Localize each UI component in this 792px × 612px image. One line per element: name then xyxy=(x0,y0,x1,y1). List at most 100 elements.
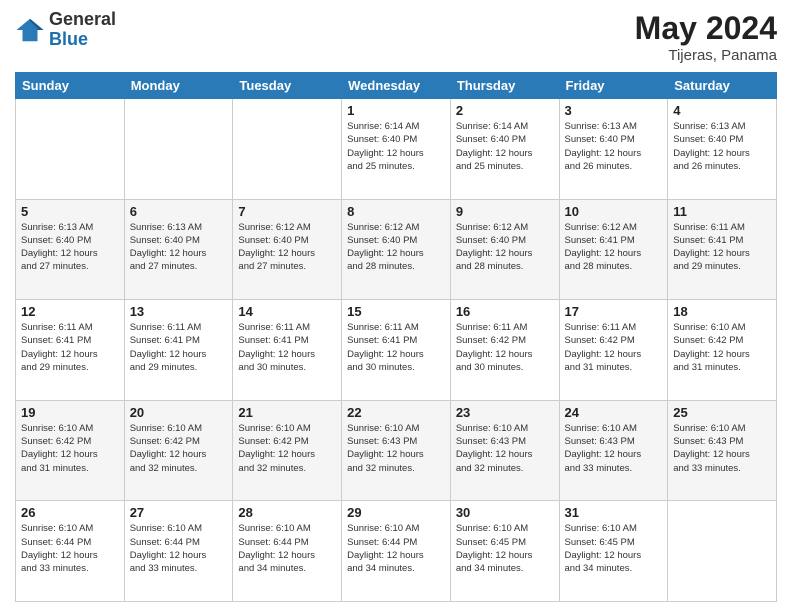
calendar-cell: 14 Sunrise: 6:11 AM Sunset: 6:41 PM Dayli… xyxy=(233,300,342,401)
title-block: May 2024 Tijeras, Panama xyxy=(635,10,777,64)
calendar-cell: 16 Sunrise: 6:11 AM Sunset: 6:42 PM Dayli… xyxy=(450,300,559,401)
calendar-cell: 4 Sunrise: 6:13 AM Sunset: 6:40 PM Daylig… xyxy=(668,99,777,200)
logo: General Blue xyxy=(15,10,116,50)
day-number: 9 xyxy=(456,204,554,219)
calendar-cell: 8 Sunrise: 6:12 AM Sunset: 6:40 PM Daylig… xyxy=(342,199,451,300)
day-info: Sunrise: 6:12 AM Sunset: 6:40 PM Dayligh… xyxy=(456,221,554,274)
day-number: 22 xyxy=(347,405,445,420)
day-info: Sunrise: 6:11 AM Sunset: 6:42 PM Dayligh… xyxy=(565,321,663,374)
day-info: Sunrise: 6:10 AM Sunset: 6:44 PM Dayligh… xyxy=(238,522,336,575)
calendar-cell: 15 Sunrise: 6:11 AM Sunset: 6:41 PM Dayli… xyxy=(342,300,451,401)
day-number: 4 xyxy=(673,103,771,118)
day-info: Sunrise: 6:10 AM Sunset: 6:42 PM Dayligh… xyxy=(238,422,336,475)
logo-icon xyxy=(15,15,45,45)
day-info: Sunrise: 6:12 AM Sunset: 6:40 PM Dayligh… xyxy=(347,221,445,274)
day-number: 18 xyxy=(673,304,771,319)
day-number: 8 xyxy=(347,204,445,219)
calendar-table: SundayMondayTuesdayWednesdayThursdayFrid… xyxy=(15,72,777,602)
calendar-week-row: 19 Sunrise: 6:10 AM Sunset: 6:42 PM Dayli… xyxy=(16,400,777,501)
day-number: 25 xyxy=(673,405,771,420)
calendar-cell: 13 Sunrise: 6:11 AM Sunset: 6:41 PM Dayli… xyxy=(124,300,233,401)
day-info: Sunrise: 6:13 AM Sunset: 6:40 PM Dayligh… xyxy=(565,120,663,173)
calendar-cell: 5Sunrise: 6:13 AM Sunset: 6:40 PM Daylig… xyxy=(16,199,125,300)
day-info: Sunrise: 6:11 AM Sunset: 6:41 PM Dayligh… xyxy=(238,321,336,374)
calendar-cell: 27 Sunrise: 6:10 AM Sunset: 6:44 PM Dayli… xyxy=(124,501,233,602)
day-info: Sunrise: 6:10 AM Sunset: 6:43 PM Dayligh… xyxy=(456,422,554,475)
day-number: 26 xyxy=(21,505,119,520)
day-number: 1 xyxy=(347,103,445,118)
day-info: Sunrise: 6:13 AM Sunset: 6:40 PM Dayligh… xyxy=(21,221,119,274)
day-info: Sunrise: 6:10 AM Sunset: 6:42 PM Dayligh… xyxy=(130,422,228,475)
weekday-header-tuesday: Tuesday xyxy=(233,73,342,99)
weekday-header-monday: Monday xyxy=(124,73,233,99)
calendar-cell: 11 Sunrise: 6:11 AM Sunset: 6:41 PM Dayli… xyxy=(668,199,777,300)
calendar-cell: 18 Sunrise: 6:10 AM Sunset: 6:42 PM Dayli… xyxy=(668,300,777,401)
calendar-cell: 17Sunrise: 6:11 AM Sunset: 6:42 PM Dayli… xyxy=(559,300,668,401)
day-number: 29 xyxy=(347,505,445,520)
day-info: Sunrise: 6:11 AM Sunset: 6:41 PM Dayligh… xyxy=(130,321,228,374)
calendar-week-row: 26 Sunrise: 6:10 AM Sunset: 6:44 PM Dayli… xyxy=(16,501,777,602)
calendar-cell: 3Sunrise: 6:13 AM Sunset: 6:40 PM Daylig… xyxy=(559,99,668,200)
calendar-cell: 1 Sunrise: 6:14 AM Sunset: 6:40 PM Daylig… xyxy=(342,99,451,200)
calendar-location: Tijeras, Panama xyxy=(635,47,777,64)
day-number: 13 xyxy=(130,304,228,319)
day-info: Sunrise: 6:10 AM Sunset: 6:45 PM Dayligh… xyxy=(565,522,663,575)
day-number: 28 xyxy=(238,505,336,520)
day-info: Sunrise: 6:10 AM Sunset: 6:44 PM Dayligh… xyxy=(130,522,228,575)
calendar-cell xyxy=(233,99,342,200)
calendar-cell: 7Sunrise: 6:12 AM Sunset: 6:40 PM Daylig… xyxy=(233,199,342,300)
calendar-cell: 10 Sunrise: 6:12 AM Sunset: 6:41 PM Dayli… xyxy=(559,199,668,300)
calendar-cell: 30Sunrise: 6:10 AM Sunset: 6:45 PM Dayli… xyxy=(450,501,559,602)
calendar-cell: 29Sunrise: 6:10 AM Sunset: 6:44 PM Dayli… xyxy=(342,501,451,602)
day-info: Sunrise: 6:11 AM Sunset: 6:41 PM Dayligh… xyxy=(347,321,445,374)
weekday-header-row: SundayMondayTuesdayWednesdayThursdayFrid… xyxy=(16,73,777,99)
day-number: 11 xyxy=(673,204,771,219)
calendar-cell: 28 Sunrise: 6:10 AM Sunset: 6:44 PM Dayli… xyxy=(233,501,342,602)
day-info: Sunrise: 6:10 AM Sunset: 6:43 PM Dayligh… xyxy=(347,422,445,475)
day-number: 7 xyxy=(238,204,336,219)
day-number: 27 xyxy=(130,505,228,520)
day-info: Sunrise: 6:10 AM Sunset: 6:42 PM Dayligh… xyxy=(673,321,771,374)
day-number: 16 xyxy=(456,304,554,319)
calendar-cell: 2 Sunrise: 6:14 AM Sunset: 6:40 PM Daylig… xyxy=(450,99,559,200)
weekday-header-wednesday: Wednesday xyxy=(342,73,451,99)
day-number: 10 xyxy=(565,204,663,219)
calendar-cell: 12 Sunrise: 6:11 AM Sunset: 6:41 PM Dayli… xyxy=(16,300,125,401)
page: General Blue May 2024 Tijeras, Panama Su… xyxy=(0,0,792,612)
day-number: 21 xyxy=(238,405,336,420)
day-number: 12 xyxy=(21,304,119,319)
calendar-cell: 21 Sunrise: 6:10 AM Sunset: 6:42 PM Dayli… xyxy=(233,400,342,501)
day-info: Sunrise: 6:14 AM Sunset: 6:40 PM Dayligh… xyxy=(347,120,445,173)
calendar-week-row: 12 Sunrise: 6:11 AM Sunset: 6:41 PM Dayli… xyxy=(16,300,777,401)
weekday-header-thursday: Thursday xyxy=(450,73,559,99)
day-info: Sunrise: 6:11 AM Sunset: 6:42 PM Dayligh… xyxy=(456,321,554,374)
calendar-cell: 22 Sunrise: 6:10 AM Sunset: 6:43 PM Dayli… xyxy=(342,400,451,501)
calendar-cell: 24Sunrise: 6:10 AM Sunset: 6:43 PM Dayli… xyxy=(559,400,668,501)
day-number: 23 xyxy=(456,405,554,420)
weekday-header-saturday: Saturday xyxy=(668,73,777,99)
calendar-cell: 23 Sunrise: 6:10 AM Sunset: 6:43 PM Dayli… xyxy=(450,400,559,501)
calendar-cell: 6Sunrise: 6:13 AM Sunset: 6:40 PM Daylig… xyxy=(124,199,233,300)
calendar-cell: 9 Sunrise: 6:12 AM Sunset: 6:40 PM Daylig… xyxy=(450,199,559,300)
day-info: Sunrise: 6:10 AM Sunset: 6:43 PM Dayligh… xyxy=(673,422,771,475)
weekday-header-friday: Friday xyxy=(559,73,668,99)
day-info: Sunrise: 6:10 AM Sunset: 6:43 PM Dayligh… xyxy=(565,422,663,475)
calendar-title: May 2024 xyxy=(635,10,777,47)
header: General Blue May 2024 Tijeras, Panama xyxy=(15,10,777,64)
day-number: 2 xyxy=(456,103,554,118)
calendar-cell xyxy=(668,501,777,602)
day-info: Sunrise: 6:11 AM Sunset: 6:41 PM Dayligh… xyxy=(21,321,119,374)
day-number: 14 xyxy=(238,304,336,319)
day-info: Sunrise: 6:10 AM Sunset: 6:44 PM Dayligh… xyxy=(21,522,119,575)
calendar-cell xyxy=(16,99,125,200)
day-number: 15 xyxy=(347,304,445,319)
calendar-cell: 26 Sunrise: 6:10 AM Sunset: 6:44 PM Dayli… xyxy=(16,501,125,602)
day-info: Sunrise: 6:13 AM Sunset: 6:40 PM Dayligh… xyxy=(673,120,771,173)
day-info: Sunrise: 6:14 AM Sunset: 6:40 PM Dayligh… xyxy=(456,120,554,173)
day-number: 19 xyxy=(21,405,119,420)
day-info: Sunrise: 6:11 AM Sunset: 6:41 PM Dayligh… xyxy=(673,221,771,274)
day-number: 20 xyxy=(130,405,228,420)
calendar-cell: 20 Sunrise: 6:10 AM Sunset: 6:42 PM Dayli… xyxy=(124,400,233,501)
day-info: Sunrise: 6:10 AM Sunset: 6:45 PM Dayligh… xyxy=(456,522,554,575)
day-info: Sunrise: 6:12 AM Sunset: 6:41 PM Dayligh… xyxy=(565,221,663,274)
